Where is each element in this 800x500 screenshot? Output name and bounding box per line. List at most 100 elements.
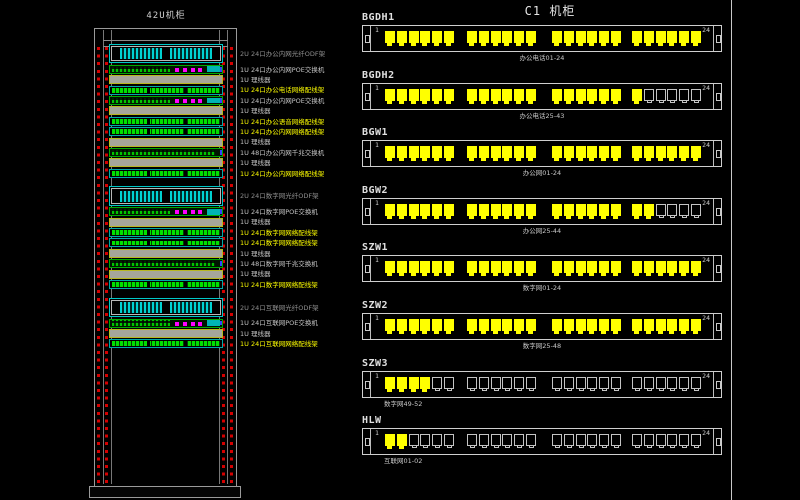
rj45-port-tab [601, 331, 606, 334]
port-number-last: 24 [702, 373, 710, 380]
fiber-module-cluster [120, 302, 161, 313]
rj45-port-tab [566, 273, 571, 276]
panel-ear-left [363, 141, 371, 166]
port-group [632, 434, 701, 446]
switch-indicator-led [198, 68, 202, 72]
rj45-port-tab [482, 445, 487, 448]
rack-device-switch48 [109, 148, 223, 157]
panel-ear-hole [365, 150, 370, 158]
rj45-port-tab [516, 216, 521, 219]
rack-device-switch [109, 319, 223, 328]
switch-edge-mark [220, 67, 222, 72]
rj45-port-tab [469, 158, 474, 161]
rj45-port-used [576, 204, 586, 216]
rj45-port-used [564, 89, 574, 101]
port-number-first: 1 [375, 27, 379, 34]
rj45-port-used [467, 31, 477, 43]
rj45-port-empty [691, 204, 701, 216]
rj45-port-empty [409, 434, 419, 446]
rj45-port-tab [446, 216, 451, 219]
rj45-port-tab [516, 331, 521, 334]
rj45-port-tab [446, 273, 451, 276]
rj45-port-empty [644, 89, 654, 101]
rj45-port-tab [504, 101, 509, 104]
rack-unit-label: 1U 24口数字网网络配线架 [240, 230, 318, 237]
rj45-port-used [679, 319, 689, 331]
rj45-port-tab [589, 273, 594, 276]
rj45-port-used [432, 261, 442, 273]
rack-unit-label: 1U 24口办公内网POE交换机 [240, 67, 324, 74]
rj45-port-tab [554, 216, 559, 219]
rack-unit-label: 1U 24口办公电话网络配线架 [240, 87, 324, 94]
rj45-port-used [409, 204, 419, 216]
cad-drawing-canvas: 42U机柜 2U 24口办公内网光纤ODF架1U 24口办公内网POE交换机1U… [0, 0, 800, 500]
rj45-port-tab [434, 158, 439, 161]
rj45-port-used [444, 31, 454, 43]
rack-device-manager [109, 75, 223, 84]
rj45-port-empty [526, 377, 536, 389]
patch-port-row [112, 171, 220, 176]
rj45-port-tab [399, 389, 404, 392]
rj45-port-tab [578, 101, 583, 104]
rack-device-patch [109, 280, 223, 289]
port-number-last: 24 [702, 430, 710, 437]
patch-panel: 124 [362, 255, 722, 282]
rj45-port-tab [602, 388, 607, 391]
rj45-port-tab [579, 388, 584, 391]
rj45-port-empty [667, 89, 677, 101]
rj45-port-tab [399, 331, 404, 334]
rj45-port-tab [470, 445, 475, 448]
panel-ear-hole [716, 323, 721, 331]
port-group [552, 31, 621, 43]
panel-name: HLW [362, 415, 382, 426]
panel-ear-left [363, 84, 371, 109]
rj45-port-used [397, 204, 407, 216]
rj45-port-used [514, 204, 524, 216]
switch-port-block [112, 261, 215, 266]
rj45-port-tab [693, 158, 698, 161]
panel-ear-hole [716, 381, 721, 389]
rj45-port-used [632, 146, 642, 158]
rj45-port-tab [590, 388, 595, 391]
port-group [632, 377, 701, 389]
panel-name: BGDH1 [362, 12, 395, 23]
panel-ear-hole [365, 323, 370, 331]
rj45-port-used [432, 146, 442, 158]
rj45-port-empty [679, 204, 689, 216]
rj45-port-tab [659, 100, 664, 103]
rj45-port-tab [493, 43, 498, 46]
fiber-module-cluster [170, 302, 211, 313]
rj45-port-tab [422, 101, 427, 104]
panel-caption: 办公网25-44 [362, 227, 722, 235]
rj45-port-empty [656, 434, 666, 446]
rj45-port-used [397, 31, 407, 43]
rj45-port-tab [387, 273, 392, 276]
rack-unit-label: 1U 24口办公内网网络配线架 [240, 129, 324, 136]
port-number-first: 1 [375, 373, 379, 380]
rj45-port-empty [656, 89, 666, 101]
rj45-port-used [397, 261, 407, 273]
rj45-port-used [552, 146, 562, 158]
rj45-port-tab [411, 43, 416, 46]
patch-group-divider [184, 341, 187, 347]
rj45-port-used [420, 89, 430, 101]
rj45-port-tab [411, 216, 416, 219]
rj45-port-tab [422, 389, 427, 392]
panel-ear-hole [365, 438, 370, 446]
rj45-port-tab [399, 273, 404, 276]
rj45-port-used [432, 204, 442, 216]
rj45-port-used [691, 261, 701, 273]
panel-ear-hole [365, 35, 370, 43]
rj45-port-tab [635, 388, 640, 391]
rj45-port-tab [554, 101, 559, 104]
port-number-first: 1 [375, 85, 379, 92]
rj45-port-tab [670, 215, 675, 218]
rj45-port-tab [567, 445, 572, 448]
rj45-port-empty [599, 377, 609, 389]
rj45-port-tab [578, 158, 583, 161]
rj45-port-used [385, 31, 395, 43]
switch-port-block [112, 209, 170, 214]
rj45-port-used [432, 31, 442, 43]
rj45-port-empty [420, 434, 430, 446]
port-number-last: 24 [702, 200, 710, 207]
